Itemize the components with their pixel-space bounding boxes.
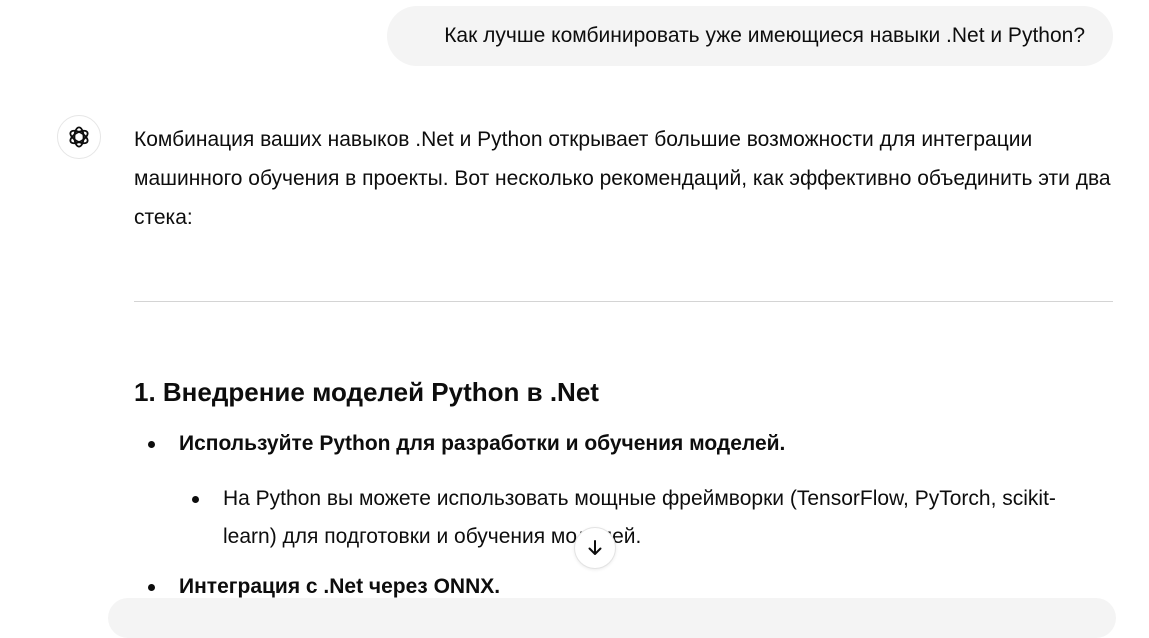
arrow-down-icon [588, 540, 602, 555]
bullet-dot [148, 584, 155, 591]
user-message-bubble: Как лучше комбинировать уже имеющиеся на… [387, 6, 1113, 66]
assistant-intro-text: Комбинация ваших навыков .Net и Python о… [134, 128, 1111, 229]
user-message-text: Как лучше комбинировать уже имеющиеся на… [444, 24, 1085, 47]
divider [134, 301, 1113, 302]
section-heading: 1. Внедрение моделей Python в .Net [134, 377, 599, 407]
message-composer[interactable] [108, 598, 1116, 638]
assistant-reply: Комбинация ваших навыков .Net и Python о… [134, 120, 1114, 237]
scroll-to-bottom-button[interactable] [574, 527, 616, 569]
bullet-dot [148, 441, 155, 448]
list-item: На Python вы можете использовать мощные … [223, 487, 1056, 548]
openai-logo-icon [69, 126, 89, 148]
assistant-avatar [57, 115, 101, 159]
list-item: Используйте Python для разработки и обуч… [179, 432, 786, 455]
bullet-dot [192, 496, 199, 503]
